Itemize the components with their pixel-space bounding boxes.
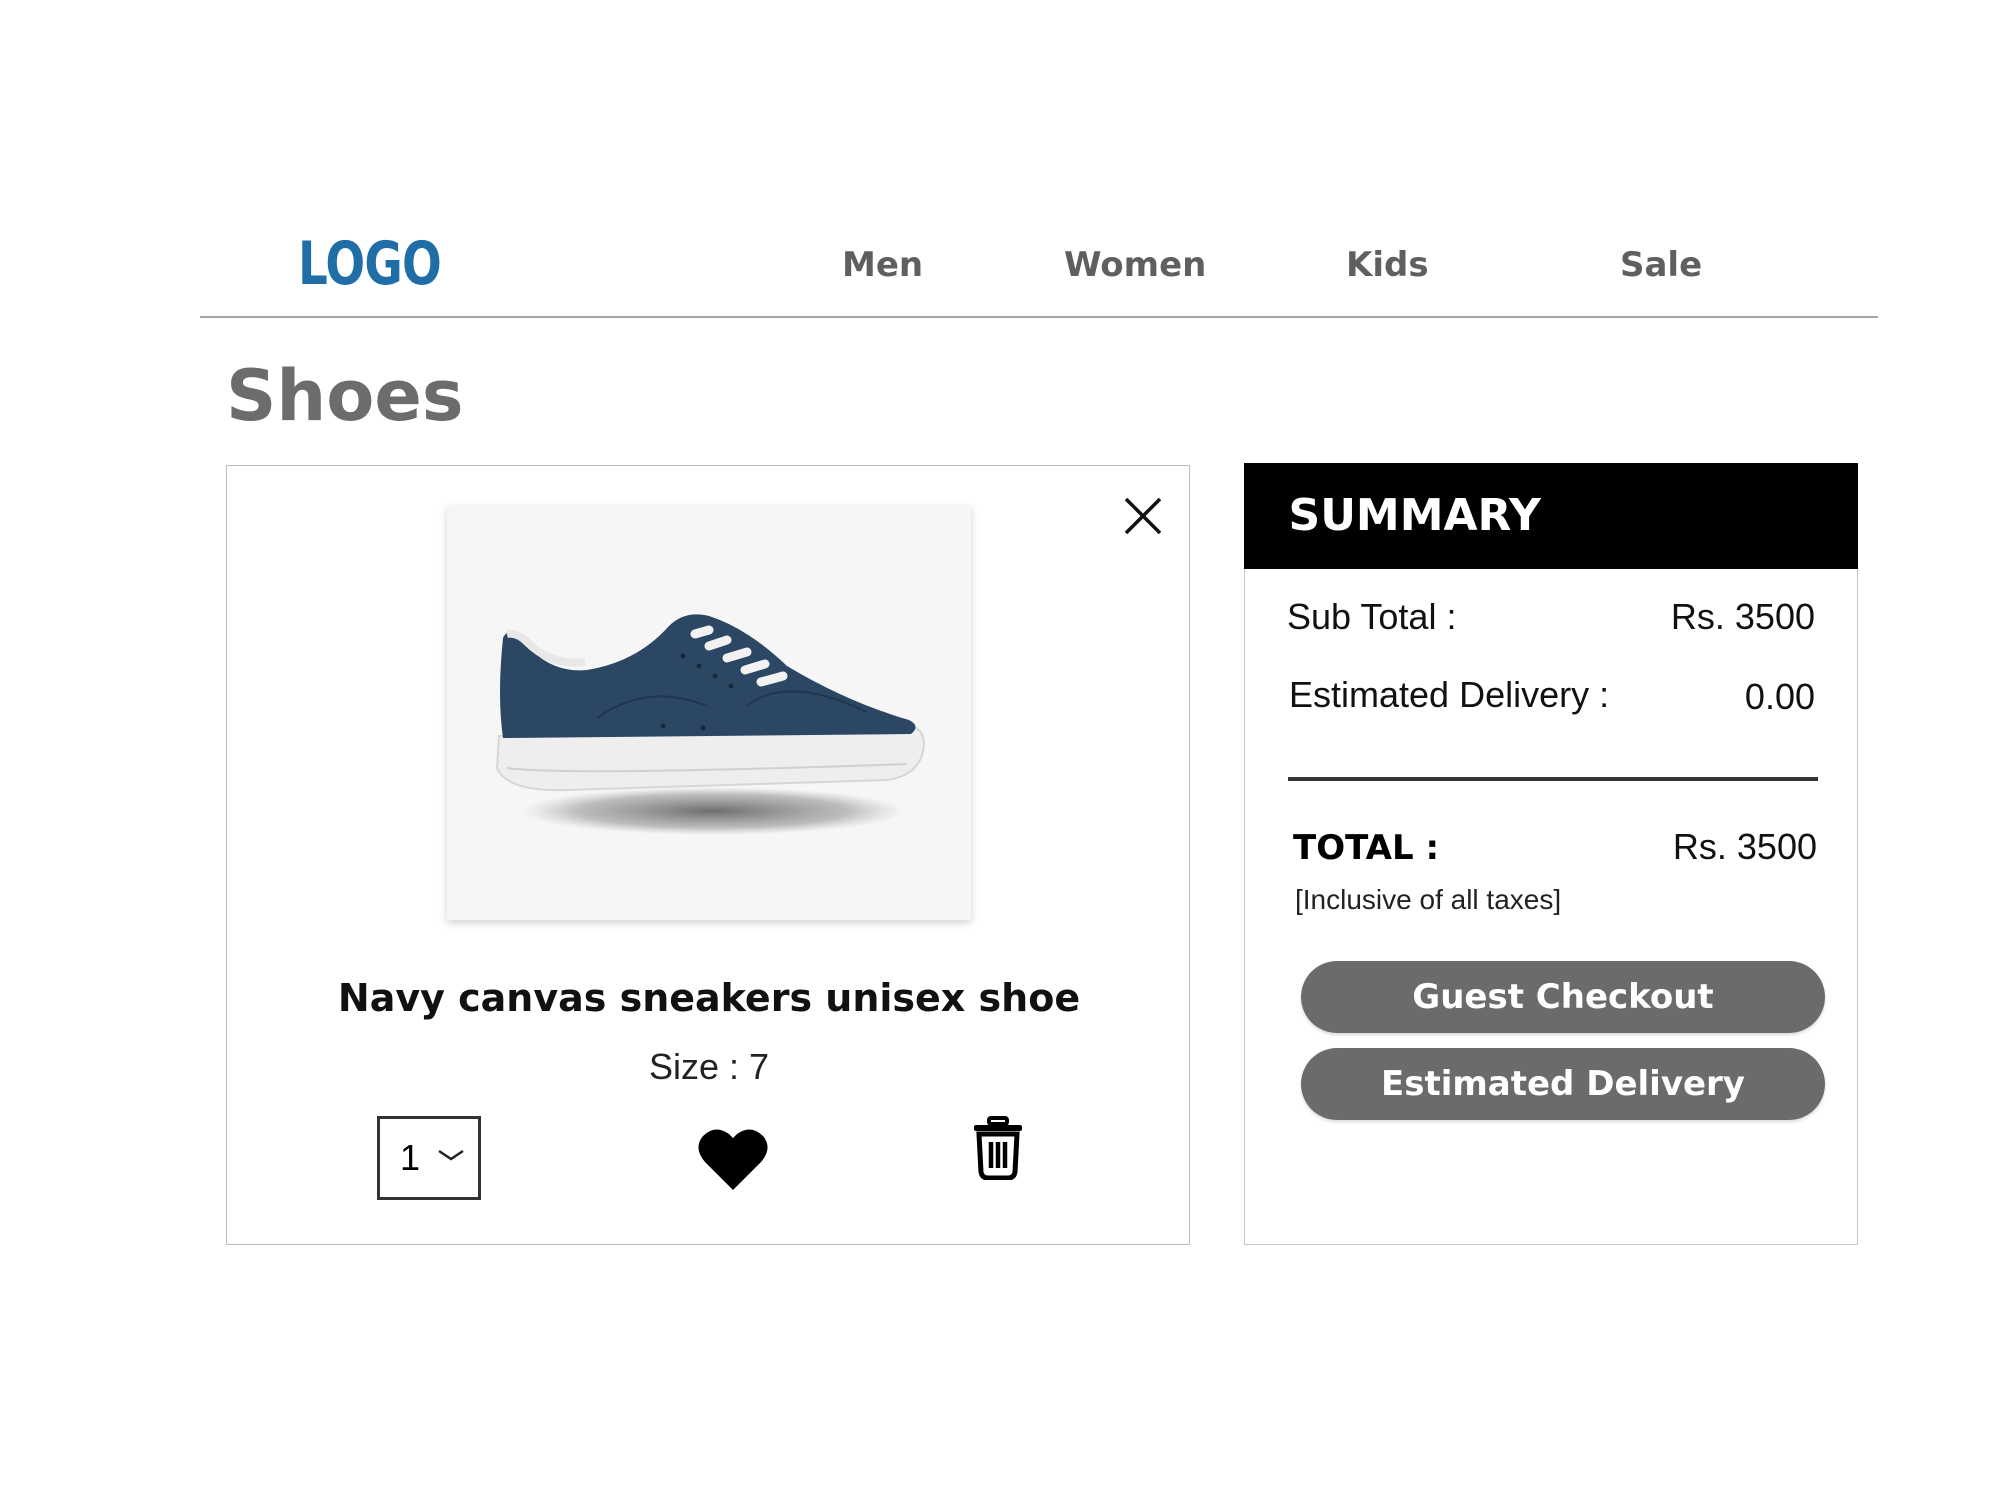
order-summary: SUMMARY Sub Total : Rs. 3500 Estimated D… — [1243, 462, 1858, 1245]
summary-title: SUMMARY — [1288, 489, 1541, 541]
quantity-value: 1 — [400, 1137, 421, 1178]
total-value: Rs. 3500 — [1672, 826, 1817, 867]
summary-divider — [1288, 777, 1818, 781]
nav-item-kids[interactable]: Kids — [1346, 240, 1429, 290]
subtotal-label: Sub Total : — [1287, 596, 1457, 637]
delivery-label: Estimated Delivery : — [1289, 674, 1610, 715]
page-title: Shoes — [226, 355, 464, 437]
trash-icon[interactable] — [971, 1116, 1025, 1181]
product-name[interactable]: Navy canvas sneakers unisex shoe — [227, 976, 1191, 1020]
tax-note: [Inclusive of all taxes] — [1295, 884, 1562, 915]
logo[interactable]: LOGO — [298, 228, 442, 300]
cart-item-card: Navy canvas sneakers unisex shoe Size : … — [226, 465, 1190, 1245]
chevron-down-icon — [436, 1145, 466, 1165]
header-divider — [200, 316, 1878, 318]
heart-icon[interactable] — [697, 1126, 769, 1192]
guest-checkout-button[interactable]: Guest Checkout — [1301, 961, 1825, 1033]
close-icon[interactable] — [1123, 496, 1163, 536]
product-image[interactable] — [447, 506, 971, 920]
total-label: TOTAL : — [1293, 828, 1440, 868]
quantity-select[interactable]: 1 — [377, 1116, 481, 1200]
delivery-value: 0.00 — [1744, 676, 1815, 717]
summary-header: SUMMARY — [1243, 462, 1858, 569]
nav-item-men[interactable]: Men — [842, 240, 923, 290]
subtotal-value: Rs. 3500 — [1670, 596, 1815, 637]
product-size: Size : 7 — [648, 1046, 770, 1087]
nav-item-women[interactable]: Women — [1064, 240, 1206, 290]
estimated-delivery-button[interactable]: Estimated Delivery — [1301, 1048, 1825, 1120]
nav-item-sale[interactable]: Sale — [1620, 240, 1702, 290]
